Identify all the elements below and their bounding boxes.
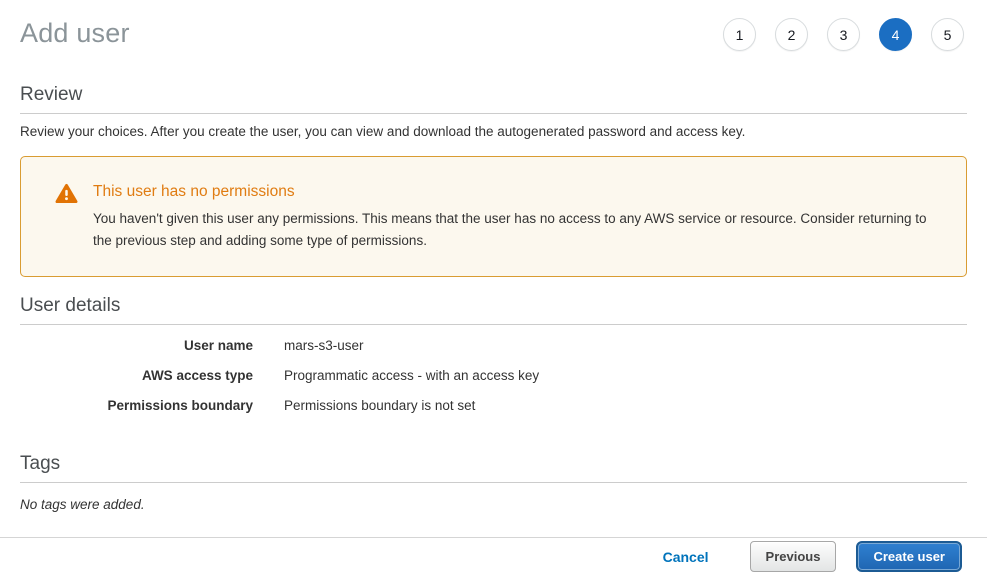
no-permissions-warning-box: This user has no permissions You haven't… (20, 156, 967, 277)
wizard-header: Add user 12345 (0, 0, 987, 51)
user-details-list: User name mars-s3-user AWS access type Prog… (20, 331, 967, 421)
tags-empty-message: No tags were added. (20, 497, 967, 512)
wizard-step-5: 5 (931, 18, 964, 51)
user-details-heading: User details (20, 295, 967, 325)
wizard-step-3: 3 (827, 18, 860, 51)
previous-button[interactable]: Previous (750, 541, 837, 572)
create-user-button[interactable]: Create user (856, 541, 962, 572)
cancel-button[interactable]: Cancel (663, 549, 709, 565)
wizard-step-indicator: 12345 (723, 15, 964, 51)
warning-triangle-icon (55, 183, 78, 209)
wizard-step-2: 2 (775, 18, 808, 51)
detail-label: User name (20, 338, 253, 354)
detail-label: Permissions boundary (20, 398, 253, 414)
detail-value: Permissions boundary is not set (284, 398, 475, 414)
review-content: Review Review your choices. After you cr… (0, 51, 987, 537)
detail-value: Programmatic access - with an access key (284, 368, 539, 384)
warning-body: You haven't given this user any permissi… (93, 208, 932, 252)
wizard-step-1: 1 (723, 18, 756, 51)
review-heading: Review (20, 84, 967, 114)
review-description: Review your choices. After you create th… (20, 124, 967, 139)
tags-heading: Tags (20, 453, 967, 483)
add-user-wizard-page: Add user 12345 Review Review your choice… (0, 0, 987, 581)
wizard-step-4: 4 (879, 18, 912, 51)
detail-row: AWS access type Programmatic access - wit… (20, 361, 967, 391)
detail-value: mars-s3-user (284, 338, 364, 354)
wizard-footer: Cancel Previous Create user (0, 537, 987, 581)
warning-title: This user has no permissions (93, 182, 932, 202)
warning-text-block: This user has no permissions You haven't… (93, 182, 932, 252)
detail-row: User name mars-s3-user (20, 331, 967, 361)
page-title: Add user (20, 18, 130, 49)
detail-label: AWS access type (20, 368, 253, 384)
detail-row: Permissions boundary Permissions boundary… (20, 391, 967, 421)
